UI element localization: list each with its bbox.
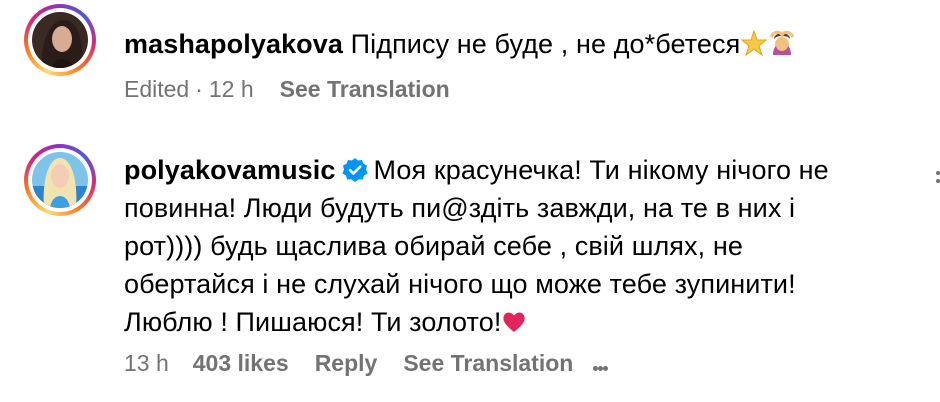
username[interactable]: mashapolyakova xyxy=(124,29,343,59)
comment-line: Моя красунечка! Ти нікому нічого не xyxy=(373,155,829,185)
red-heart-emoji xyxy=(501,307,527,345)
avatar-image xyxy=(32,152,88,208)
comment-meta: Edited · 12 h See Translation xyxy=(124,76,450,103)
reply-button[interactable]: Reply xyxy=(315,350,378,377)
comment-meta: 13 h 403 likes Reply See Translation xyxy=(124,350,609,377)
comment-line: Люблю ! Пишаюся! Ти золото! xyxy=(124,307,502,337)
verified-badge-icon xyxy=(342,155,368,182)
likes-count[interactable]: 403 likes xyxy=(193,350,289,377)
edited-label: Edited xyxy=(124,76,190,102)
options-edge-icon[interactable] xyxy=(932,170,940,184)
timestamp[interactable]: 12 h xyxy=(209,76,254,103)
avatar-mashapolyakova[interactable] xyxy=(24,4,96,76)
more-options-icon[interactable] xyxy=(593,350,609,377)
comment-line: обертайся і не слухай нічого що може теб… xyxy=(124,269,796,299)
see-translation-button[interactable]: See Translation xyxy=(280,76,450,103)
username[interactable]: polyakovamusic xyxy=(124,155,336,185)
comment-body: Підпису не буде , не до*бетеся xyxy=(350,29,741,59)
comment-line: повинна! Люди будуть пи@здіть завжди, на… xyxy=(124,193,796,223)
woman-gesturing-ok-emoji xyxy=(768,29,796,67)
star-emoji xyxy=(740,29,768,67)
comment-line: рот)))) будь щаслива обирай себе , свій … xyxy=(124,231,743,261)
see-translation-button[interactable]: See Translation xyxy=(403,350,573,377)
avatar-polyakovamusic[interactable] xyxy=(24,144,96,216)
avatar-image xyxy=(32,12,88,68)
comment-text: mashapolyakova Підпису не буде , не до*б… xyxy=(124,25,904,67)
comment-text: polyakovamusic Моя красунечка! Ти нікому … xyxy=(124,151,904,345)
separator: · xyxy=(195,76,203,102)
timestamp[interactable]: 13 h xyxy=(124,350,169,377)
